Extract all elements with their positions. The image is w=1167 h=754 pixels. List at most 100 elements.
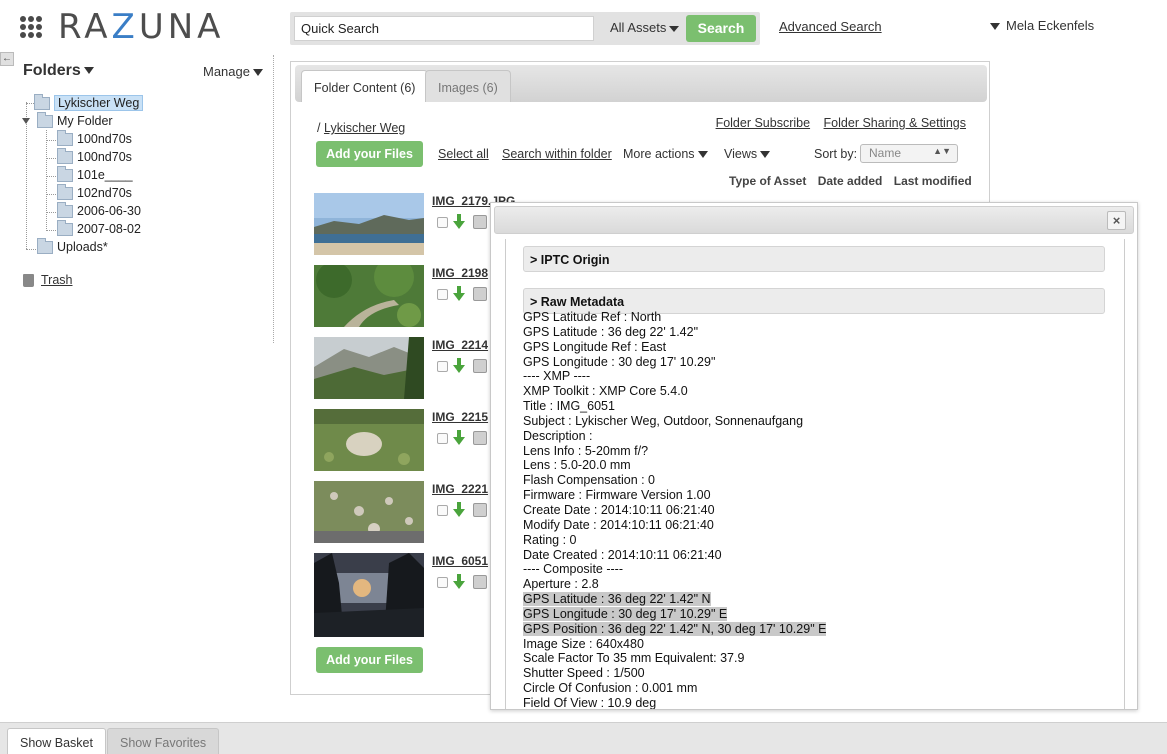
app-grid-icon[interactable] <box>20 16 42 38</box>
search-within-folder-link[interactable]: Search within folder <box>502 147 612 161</box>
select-checkbox[interactable] <box>437 361 448 372</box>
metadata-line-text: Title : IMG_6051 <box>523 399 615 414</box>
tree-item-subfolder[interactable]: 100nd70s <box>57 130 132 150</box>
tree-line <box>46 194 56 195</box>
search-button[interactable]: Search <box>686 15 756 42</box>
asset-name-link[interactable]: IMG_2221 <box>432 482 488 496</box>
asset-thumbnail[interactable] <box>314 481 424 543</box>
folder-links: Folder Subscribe Folder Sharing & Settin… <box>706 116 966 130</box>
iptc-origin-section[interactable]: > IPTC Origin <box>523 246 1105 272</box>
folder-subscribe-link[interactable]: Folder Subscribe <box>716 116 811 130</box>
print-icon[interactable] <box>473 359 487 373</box>
asset-name-link[interactable]: IMG_2214 <box>432 338 488 352</box>
metadata-line: Flash Compensation : 0 <box>523 473 1113 488</box>
asset-name-link[interactable]: IMG_2215 <box>432 410 488 424</box>
folder-icon <box>57 184 73 201</box>
tree-item-subfolder[interactable]: 101e____ <box>57 166 133 186</box>
select-checkbox[interactable] <box>437 577 448 588</box>
select-checkbox[interactable] <box>437 505 448 516</box>
chevron-down-icon <box>669 25 680 32</box>
tab-folder-content[interactable]: Folder Content (6) <box>301 70 429 102</box>
more-actions-menu[interactable]: More actions <box>623 147 708 161</box>
select-checkbox[interactable] <box>437 289 448 300</box>
sort-select[interactable]: Name ▲▼ <box>860 144 958 163</box>
metadata-line-text: Description : <box>523 428 593 443</box>
print-icon[interactable] <box>473 503 487 517</box>
user-menu[interactable]: Mela Eckenfels <box>990 18 1094 33</box>
metadata-line: GPS Latitude Ref : North <box>523 310 1113 325</box>
print-icon[interactable] <box>473 287 487 301</box>
select-checkbox[interactable] <box>437 217 448 228</box>
dialog-titlebar[interactable]: × <box>494 206 1134 234</box>
print-icon[interactable] <box>473 431 487 445</box>
folder-icon <box>57 148 73 165</box>
tree-line <box>46 140 56 141</box>
views-menu[interactable]: Views <box>724 147 771 161</box>
tree-line <box>46 158 56 159</box>
metadata-line-text: Modify Date : 2014:10:11 06:21:40 <box>523 517 714 532</box>
select-checkbox[interactable] <box>437 433 448 444</box>
download-icon[interactable] <box>453 502 465 517</box>
download-icon[interactable] <box>453 286 465 301</box>
raw-metadata-lines: GPS Latitude Ref : North GPS Latitude : 3… <box>523 310 1113 710</box>
tabs-bar: Folder Content (6) Images (6) <box>295 65 987 102</box>
asset-scope-select[interactable]: All Assets <box>610 20 680 35</box>
sidebar-divider[interactable] <box>273 55 274 343</box>
metadata-line: XMP Toolkit : XMP Core 5.4.0 <box>523 384 1113 399</box>
metadata-line: GPS Position : 36 deg 22' 1.42" N, 30 de… <box>523 621 1113 637</box>
metadata-line: GPS Longitude : 30 deg 17' 10.29" E <box>523 606 1113 622</box>
collapse-sidebar-button[interactable]: ← <box>0 52 14 66</box>
folder-icon <box>37 112 53 129</box>
column-date-added[interactable]: Date added <box>818 174 883 188</box>
asset-thumbnail[interactable] <box>314 553 424 637</box>
metadata-line-text: XMP Toolkit : XMP Core 5.4.0 <box>523 384 688 399</box>
print-icon[interactable] <box>473 215 487 229</box>
manage-menu[interactable]: Manage <box>203 64 263 79</box>
download-icon[interactable] <box>453 214 465 229</box>
add-files-button-bottom[interactable]: Add your Files <box>316 647 423 673</box>
select-all-link[interactable]: Select all <box>438 147 489 161</box>
asset-actions <box>437 430 497 447</box>
metadata-line: Rating : 0 <box>523 533 1113 548</box>
show-basket-tab[interactable]: Show Basket <box>7 728 106 754</box>
add-files-button[interactable]: Add your Files <box>316 141 423 167</box>
quick-search-input[interactable] <box>294 16 594 41</box>
chevron-down-icon <box>83 67 94 75</box>
download-icon[interactable] <box>453 430 465 445</box>
close-icon[interactable]: × <box>1107 211 1126 230</box>
asset-thumbnail[interactable] <box>314 265 424 327</box>
show-favorites-tab[interactable]: Show Favorites <box>107 728 220 754</box>
metadata-line-text: Field Of View : 10.9 deg <box>523 695 657 710</box>
tree-item-subfolder[interactable]: 100nd70s <box>57 148 132 168</box>
breadcrumb-folder-link[interactable]: Lykischer Weg <box>324 121 405 135</box>
metadata-line: GPS Latitude : 36 deg 22' 1.42" N <box>523 592 1113 607</box>
folders-menu[interactable]: Folders <box>23 62 94 80</box>
tree-item-my-folder[interactable]: My Folder <box>37 112 113 132</box>
bottom-bar: Show Basket Show Favorites <box>0 722 1167 754</box>
folder-sharing-link[interactable]: Folder Sharing & Settings <box>824 116 966 130</box>
tree-item-subfolder[interactable]: 2007-08-02 <box>57 220 141 240</box>
print-icon[interactable] <box>473 575 487 589</box>
expand-triangle-icon[interactable] <box>22 118 30 124</box>
metadata-line: Description : <box>523 429 1113 444</box>
trash-link[interactable]: Trash <box>23 273 73 288</box>
metadata-line: Create Date : 2014:10:11 06:21:40 <box>523 503 1113 518</box>
tree-item-lykischer-weg[interactable]: Lykischer Weg <box>34 94 144 114</box>
column-last-modified[interactable]: Last modified <box>894 174 972 188</box>
tree-item-subfolder[interactable]: 2006-06-30 <box>57 202 141 222</box>
asset-thumbnail[interactable] <box>314 337 424 399</box>
chevron-down-icon <box>990 23 1000 31</box>
asset-thumbnail[interactable] <box>314 193 424 255</box>
asset-thumbnail[interactable] <box>314 409 424 471</box>
tree-item-subfolder[interactable]: 102nd70s <box>57 184 132 204</box>
tab-images[interactable]: Images (6) <box>425 70 511 102</box>
advanced-search-link[interactable]: Advanced Search <box>779 19 882 34</box>
download-icon[interactable] <box>453 358 465 373</box>
breadcrumb: / Lykischer Weg <box>317 121 406 135</box>
download-icon[interactable] <box>453 574 465 589</box>
asset-name-link[interactable]: IMG_6051 <box>432 554 488 568</box>
tree-item-uploads[interactable]: Uploads* <box>37 238 108 258</box>
column-type-of-asset[interactable]: Type of Asset <box>729 174 806 188</box>
asset-name-link[interactable]: IMG_2198 <box>432 266 488 280</box>
metadata-content[interactable]: > IPTC Origin > Raw Metadata GPS Latitud… <box>505 239 1125 710</box>
